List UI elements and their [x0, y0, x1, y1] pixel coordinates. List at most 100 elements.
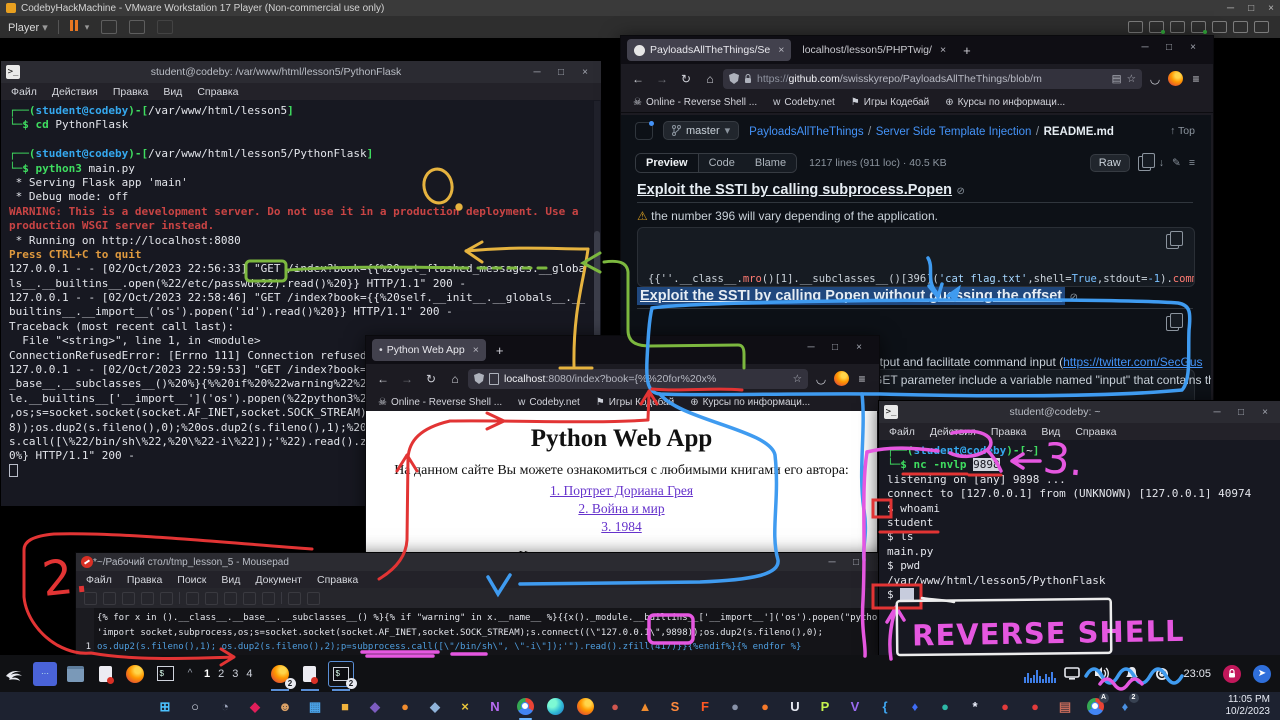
- taskbar-icon-file-explorer[interactable]: ■: [335, 696, 356, 717]
- bookmark-item[interactable]: ⊕Курсы по информаци...: [945, 97, 1065, 108]
- workspace-2[interactable]: 2: [218, 668, 224, 680]
- app-menu-icon[interactable]: ≡: [1185, 72, 1207, 86]
- reload-icon[interactable]: ↻: [420, 372, 442, 386]
- branch-selector[interactable]: master ▾: [663, 121, 739, 140]
- back-to-top-link[interactable]: ↑ Top: [1170, 125, 1195, 137]
- menu-item-Действия[interactable]: Действия: [930, 426, 976, 438]
- mousepad-text[interactable]: {% for x in ().__class__.__base__.__subc…: [97, 611, 896, 655]
- mousepad-editor[interactable]: 1 2 {% for x in ().__class__.__base__.__…: [76, 608, 896, 659]
- taskbar-icon-slack[interactable]: ◆: [245, 696, 266, 717]
- cpu-graph-icon[interactable]: [1023, 665, 1057, 683]
- taskbar-icon-firefox[interactable]: [575, 696, 596, 717]
- vmware-close-button[interactable]: ×: [1268, 3, 1274, 14]
- tab-blame[interactable]: Blame: [745, 154, 796, 172]
- taskbar-icon-calendar[interactable]: ▦: [305, 696, 326, 717]
- bookmark-item[interactable]: wCodeby.net: [773, 97, 835, 108]
- save-as-icon[interactable]: [141, 592, 154, 605]
- close-file-icon[interactable]: [160, 592, 173, 605]
- vm-disk-device-icon[interactable]: [1149, 21, 1164, 33]
- home-icon[interactable]: ⌂: [444, 372, 466, 386]
- taskbar-icon-chrome[interactable]: [515, 696, 536, 717]
- reader-mode-icon[interactable]: ▤: [1112, 73, 1122, 85]
- bookmark-item[interactable]: ☠Online - Reverse Shell ...: [378, 397, 502, 408]
- tab-close-icon[interactable]: ×: [778, 44, 784, 56]
- taskbar-icon-gear-app-1[interactable]: ●: [995, 696, 1016, 717]
- menu-item-Правка[interactable]: Правка: [113, 86, 148, 98]
- minimize-button[interactable]: ─: [799, 342, 823, 353]
- taskbar-icon-obsidian[interactable]: ◆: [365, 696, 386, 717]
- bookmark-star-icon[interactable]: ☆: [793, 373, 802, 385]
- workspace-1[interactable]: 1: [204, 668, 210, 680]
- notifications-bell-icon[interactable]: [1120, 662, 1144, 686]
- anchor-link-icon[interactable]: ⊘: [1070, 292, 1078, 303]
- reload-icon[interactable]: ↻: [675, 72, 697, 86]
- redo-icon[interactable]: [205, 592, 218, 605]
- taskbar-icon-sublime[interactable]: S: [665, 696, 686, 717]
- vm-usb-device-icon[interactable]: [1212, 21, 1227, 33]
- maximize-button[interactable]: □: [1157, 42, 1181, 53]
- forward-icon[interactable]: →: [651, 72, 673, 86]
- vmware-minimize-button[interactable]: ─: [1227, 3, 1234, 14]
- vmware-maximize-button[interactable]: □: [1248, 3, 1254, 14]
- menu-item-Правка[interactable]: Правка: [127, 574, 162, 586]
- send-keys-icon[interactable]: [101, 20, 117, 34]
- power-icon[interactable]: [1150, 662, 1174, 686]
- search-icon[interactable]: [288, 592, 301, 605]
- breadcrumb-dir-link[interactable]: Server Side Template Injection: [876, 126, 1032, 138]
- menu-item-Вид[interactable]: Вид: [163, 86, 182, 98]
- terminal-launcher-icon[interactable]: $: [153, 662, 177, 686]
- terminal-shell-titlebar[interactable]: >_ student@codeby: ~ ─ □ ×: [879, 401, 1280, 423]
- close-button[interactable]: ×: [847, 342, 871, 353]
- vm-network-device-icon[interactable]: [1191, 21, 1206, 33]
- bookmark-item[interactable]: ⊕Курсы по информаци...: [690, 397, 810, 408]
- menu-item-Поиск[interactable]: Поиск: [177, 574, 206, 586]
- pocket-icon[interactable]: ◡: [810, 372, 832, 386]
- new-tab-button[interactable]: +: [963, 43, 971, 58]
- minimize-button[interactable]: ─: [525, 67, 549, 78]
- taskbar-icon-star-app[interactable]: *: [965, 696, 986, 717]
- vpn-lock-icon[interactable]: [1220, 662, 1244, 686]
- taskbar-icon-onenote[interactable]: N: [485, 696, 506, 717]
- firefox-account-icon[interactable]: [834, 371, 849, 386]
- book-link-dorian-gray[interactable]: 1. Портрет Дориана Грея: [366, 483, 877, 499]
- tab-python-web-app[interactable]: • Python Web App ×: [372, 339, 486, 361]
- taskbar-icon-vmware[interactable]: ◆: [425, 696, 446, 717]
- pause-dropdown[interactable]: ▾: [85, 22, 90, 33]
- task-firefox[interactable]: 2: [268, 662, 292, 686]
- edit-pencil-icon[interactable]: ✎: [1172, 157, 1181, 169]
- menu-item-Справка[interactable]: Справка: [197, 86, 238, 98]
- taskbar-icon-chrome-profile[interactable]: A: [1085, 696, 1106, 717]
- taskbar-icon-blender[interactable]: ●: [755, 696, 776, 717]
- new-file-icon[interactable]: [84, 592, 97, 605]
- taskbar-icon-gear-app-2[interactable]: ●: [1025, 696, 1046, 717]
- tab-localhost-phptwig[interactable]: localhost/lesson5/PHPTwig/ ×: [795, 39, 953, 61]
- terminal-flask-titlebar[interactable]: >_ student@codeby: /var/www/html/lesson5…: [1, 61, 601, 83]
- breadcrumb-repo-link[interactable]: PayloadsAllTheThings: [749, 126, 863, 138]
- task-terminal[interactable]: $2: [328, 661, 354, 687]
- taskbar-icon-book-app[interactable]: ▤: [1055, 696, 1076, 717]
- taskbar-icon-camtasia[interactable]: ●: [935, 696, 956, 717]
- home-icon[interactable]: ⌂: [699, 72, 721, 86]
- menu-item-Действия[interactable]: Действия: [52, 86, 98, 98]
- taskbar-icon-camera-app[interactable]: ●: [725, 696, 746, 717]
- kali-menu-icon[interactable]: [3, 662, 27, 686]
- taskbar-icon-unreal[interactable]: U: [785, 696, 806, 717]
- mousepad-launcher-icon[interactable]: [93, 662, 117, 686]
- taskbar-icon-pycharm[interactable]: P: [815, 696, 836, 717]
- bookmark-item[interactable]: ☠Online - Reverse Shell ...: [633, 97, 757, 108]
- firefox-account-icon[interactable]: [1168, 71, 1183, 86]
- taskbar-icon-gauge-app[interactable]: ◔: [215, 696, 236, 717]
- maximize-button[interactable]: □: [823, 342, 847, 353]
- minimize-button[interactable]: ─: [820, 557, 844, 568]
- close-button[interactable]: ×: [573, 67, 597, 78]
- player-menu[interactable]: Player ▾: [8, 21, 48, 34]
- forward-icon[interactable]: →: [396, 372, 418, 386]
- file-manager-icon[interactable]: [63, 662, 87, 686]
- pocket-icon[interactable]: ◡: [1144, 72, 1166, 86]
- vm-cd-device-icon[interactable]: [1170, 21, 1185, 33]
- workspace-3[interactable]: 3: [232, 668, 238, 680]
- copy-file-icon[interactable]: [1138, 156, 1151, 171]
- taskbar-icon-contact[interactable]: ☻: [275, 696, 296, 717]
- maximize-button[interactable]: □: [549, 67, 573, 78]
- menu-item-Справка[interactable]: Справка: [317, 574, 358, 586]
